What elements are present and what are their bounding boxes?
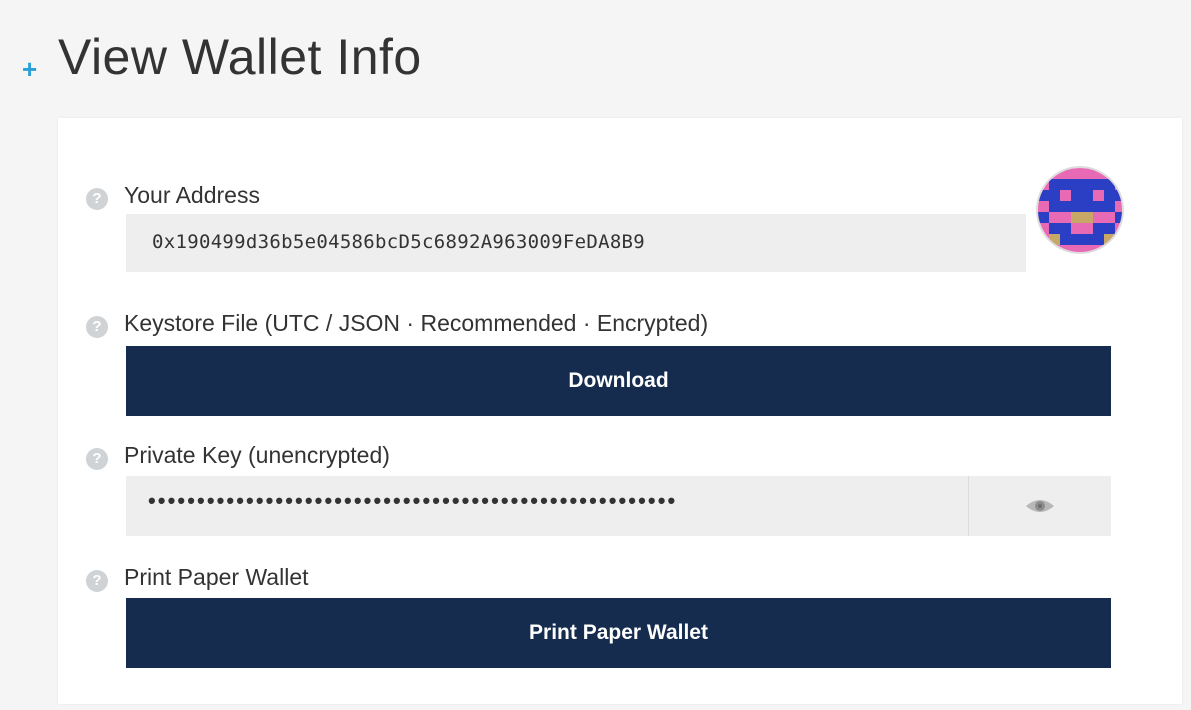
paper-wallet-label: Print Paper Wallet [124, 564, 309, 590]
toggle-visibility-button[interactable] [968, 476, 1111, 536]
private-key-masked-value: ••••••••••••••••••••••••••••••••••••••••… [148, 488, 678, 513]
page-header: + View Wallet Info [0, 0, 1191, 110]
print-paper-wallet-button[interactable]: Print Paper Wallet [126, 598, 1111, 668]
expand-plus-icon[interactable]: + [22, 56, 37, 82]
eye-icon [1026, 500, 1054, 512]
identicon-icon [1038, 168, 1122, 252]
keystore-label: Keystore File (UTC / JSON · Recommended … [124, 310, 709, 336]
wallet-info-card: ? Your Address 0x190499d36b5e04586bcD5c6… [58, 118, 1182, 704]
help-icon[interactable]: ? [86, 570, 108, 592]
address-label: Your Address [124, 182, 260, 208]
identicon-avatar [1036, 166, 1124, 254]
page-title: View Wallet Info [58, 29, 422, 85]
address-field[interactable]: 0x190499d36b5e04586bcD5c6892A963009FeDA8… [126, 214, 1026, 272]
download-button[interactable]: Download [126, 346, 1111, 416]
private-key-field[interactable]: ••••••••••••••••••••••••••••••••••••••••… [126, 476, 968, 536]
address-value: 0x190499d36b5e04586bcD5c6892A963009FeDA8… [152, 231, 646, 253]
private-key-label: Private Key (unencrypted) [124, 442, 390, 468]
help-icon[interactable]: ? [86, 448, 108, 470]
help-icon[interactable]: ? [86, 316, 108, 338]
help-icon[interactable]: ? [86, 188, 108, 210]
